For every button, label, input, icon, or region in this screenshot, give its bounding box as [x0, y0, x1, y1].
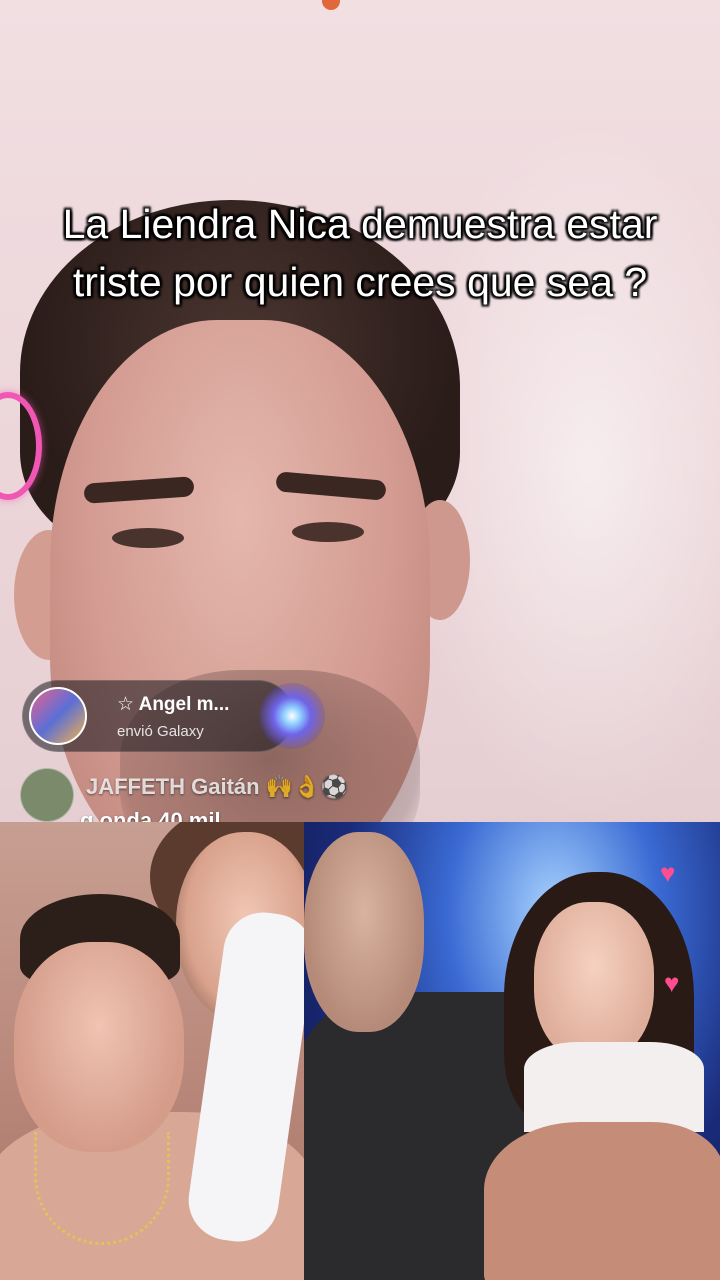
live-video-stage[interactable]: La Liendra Nica demuestra estar triste p… — [0, 0, 720, 1280]
heart-icon: ♥ — [660, 858, 676, 888]
streamer-eye-right — [292, 522, 364, 542]
photo-guy-face — [304, 832, 424, 1032]
photo-girl-face — [534, 902, 654, 1062]
ceiling-lamp — [322, 0, 340, 10]
floating-hearts: ♥ ♥ — [660, 860, 700, 1060]
couple-photo-left — [0, 822, 304, 1280]
gift-action-text: envió Galaxy — [117, 723, 204, 740]
commenter-avatar[interactable] — [20, 768, 74, 822]
gift-notification[interactable]: ☆ Angel m... envió Galaxy — [22, 680, 325, 752]
photo-boy-face — [14, 942, 184, 1152]
gift-sender-name: ☆ Angel m... — [117, 694, 230, 715]
streamer-eye-left — [112, 528, 184, 548]
video-caption: La Liendra Nica demuestra estar triste p… — [62, 201, 658, 305]
heart-icon: ♥ — [664, 968, 680, 998]
sender-avatar[interactable] — [29, 687, 87, 745]
commenter-name: JAFFETH Gaitán 🙌👌⚽ — [86, 774, 348, 799]
galaxy-icon — [259, 683, 325, 749]
couple-photo-right — [304, 822, 720, 1280]
photo-hand — [484, 1122, 720, 1280]
